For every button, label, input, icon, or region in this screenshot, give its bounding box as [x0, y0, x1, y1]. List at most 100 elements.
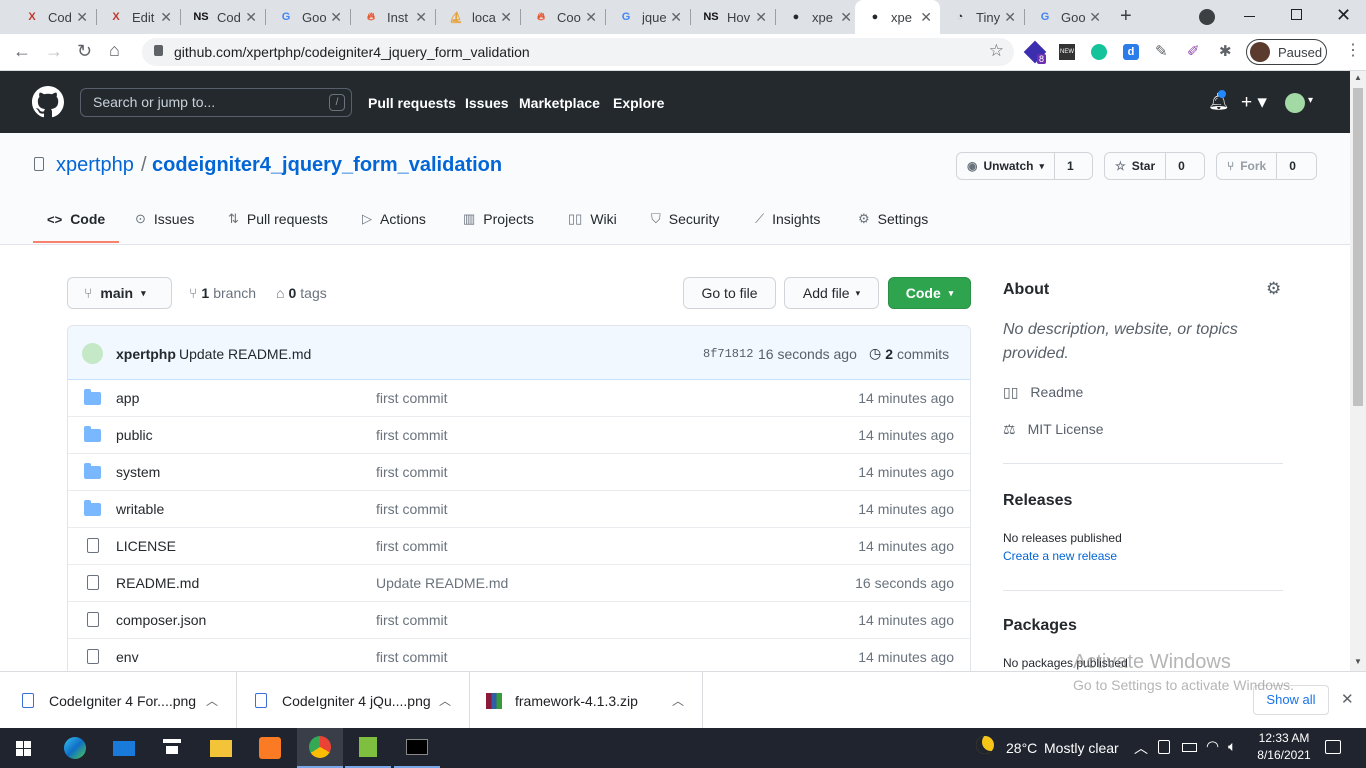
search-input[interactable]: [93, 94, 313, 110]
new-tab-button[interactable]: +: [1120, 5, 1132, 28]
browser-tab[interactable]: G Goo ✕: [1025, 0, 1109, 34]
tab-security[interactable]: ⛉ Security: [651, 211, 719, 227]
go-to-file-button[interactable]: Go to file: [683, 277, 776, 309]
nav-explore[interactable]: Explore: [613, 95, 664, 111]
scroll-down-icon[interactable]: ▼: [1354, 657, 1362, 666]
tags-link[interactable]: ⌂ 0 tags: [276, 285, 327, 301]
commit-hash[interactable]: 8f71812: [703, 347, 753, 361]
browser-tab[interactable]: X Cod ✕: [12, 0, 96, 34]
file-commit-message-link[interactable]: first commit: [376, 390, 448, 406]
tab-close-icon[interactable]: ✕: [1004, 9, 1016, 26]
restore-icon[interactable]: [1291, 9, 1302, 20]
file-name-link[interactable]: public: [116, 427, 153, 443]
chevron-up-icon[interactable]: ︿: [672, 692, 684, 709]
weather-condition[interactable]: Mostly clear: [1044, 740, 1119, 756]
nav-issues[interactable]: Issues: [465, 95, 509, 111]
file-name-link[interactable]: LICENSE: [116, 538, 176, 554]
file-commit-message-link[interactable]: first commit: [376, 612, 448, 628]
close-downloads-icon[interactable]: ✕: [1341, 690, 1354, 708]
nav-pull-requests[interactable]: Pull requests: [368, 95, 456, 111]
download-item[interactable]: CodeIgniter 4 For....png ︿: [0, 672, 237, 729]
user-avatar[interactable]: [1285, 93, 1305, 113]
tab-wiki[interactable]: ▯▯ Wiki: [568, 211, 617, 227]
download-item[interactable]: framework-4.1.3.zip ︿: [470, 672, 703, 729]
reload-icon[interactable]: ↻: [77, 41, 92, 62]
watch-button[interactable]: ◉ Unwatch ▾ 1: [956, 152, 1093, 180]
about-settings-gear-icon[interactable]: ⚙: [1266, 279, 1281, 299]
browser-tab[interactable]: ● xpe ✕: [776, 0, 860, 34]
tab-settings[interactable]: ⚙ Settings: [858, 211, 928, 227]
packages-heading[interactable]: Packages: [1003, 617, 1077, 635]
branches-link[interactable]: ⑂ 1 branch: [189, 285, 256, 301]
tab-projects[interactable]: ▥ Projects: [463, 211, 534, 227]
start-button[interactable]: [0, 728, 46, 768]
tab-close-icon[interactable]: ✕: [76, 9, 88, 26]
tab-close-icon[interactable]: ✕: [840, 9, 852, 26]
battery-icon[interactable]: [1182, 743, 1197, 752]
taskbar-mail[interactable]: [101, 728, 147, 768]
scroll-up-icon[interactable]: ▲: [1354, 73, 1362, 82]
tab-search-icon[interactable]: [1199, 9, 1215, 25]
weather-moon-icon[interactable]: [976, 736, 994, 754]
file-name-link[interactable]: env: [116, 649, 139, 665]
taskbar-edge[interactable]: [52, 728, 98, 768]
tab-insights[interactable]: ⟋ Insights: [755, 211, 820, 227]
github-logo-icon[interactable]: [32, 86, 64, 118]
notifications-icon[interactable]: [1325, 740, 1341, 754]
home-icon[interactable]: ⌂: [109, 40, 120, 61]
star-button[interactable]: ☆ Star 0: [1104, 152, 1205, 180]
tab-code[interactable]: <> Code: [47, 211, 105, 227]
fork-count[interactable]: 0: [1277, 159, 1308, 173]
taskbar-store[interactable]: [149, 728, 195, 768]
volume-icon[interactable]: 🔈︎: [1228, 738, 1236, 755]
puzzle-icon[interactable]: ✱: [1219, 42, 1232, 60]
tab-close-icon[interactable]: ✕: [755, 9, 767, 26]
create-new-icon[interactable]: + ▾: [1241, 91, 1267, 114]
nav-marketplace[interactable]: Marketplace: [519, 95, 600, 111]
scrollbar-thumb[interactable]: [1353, 88, 1363, 406]
profile-button[interactable]: Paused: [1246, 39, 1327, 65]
tab-close-icon[interactable]: ✕: [585, 9, 597, 26]
clock-date[interactable]: 8/16/2021: [1254, 748, 1314, 762]
branch-select-button[interactable]: ⑂ main ▾: [67, 277, 172, 309]
address-bar[interactable]: github.com/xpertphp/codeigniter4_jquery_…: [142, 38, 1014, 66]
file-commit-message-link[interactable]: first commit: [376, 538, 448, 554]
tab-close-icon[interactable]: ✕: [415, 9, 427, 26]
file-name-link[interactable]: README.md: [116, 575, 199, 591]
github-search[interactable]: /: [80, 88, 352, 117]
browser-tab[interactable]: ⛵︎ loca ✕: [436, 0, 520, 34]
file-commit-message-link[interactable]: first commit: [376, 464, 448, 480]
d-extension-icon[interactable]: d: [1123, 44, 1139, 60]
chevron-up-icon[interactable]: ︿: [439, 692, 451, 709]
commit-author[interactable]: xpertphp: [116, 346, 176, 362]
file-row[interactable]: writable first commit 14 minutes ago: [68, 491, 970, 528]
browser-tab[interactable]: NS Hov ✕: [691, 0, 775, 34]
fork-button[interactable]: ⑂ Fork 0: [1216, 152, 1317, 180]
tab-close-icon[interactable]: ✕: [500, 9, 512, 26]
tab-close-icon[interactable]: ✕: [1089, 9, 1101, 26]
commit-message[interactable]: Update README.md: [179, 346, 311, 362]
tab-close-icon[interactable]: ✕: [920, 9, 932, 26]
close-window-icon[interactable]: ✕: [1336, 5, 1351, 26]
news-extension-icon[interactable]: NEW: [1059, 44, 1075, 60]
pen-extension-icon[interactable]: ✐: [1187, 42, 1200, 60]
tab-pull-requests[interactable]: ⇅ Pull requests: [228, 211, 328, 227]
taskbar-chrome[interactable]: [297, 728, 343, 768]
taskbar-terminal[interactable]: [394, 728, 440, 768]
add-file-button[interactable]: Add file ▾: [784, 277, 879, 309]
file-name-link[interactable]: system: [116, 464, 160, 480]
fork-label-wrap[interactable]: ⑂ Fork: [1217, 153, 1278, 179]
file-commit-message-link[interactable]: first commit: [376, 649, 448, 665]
user-menu-caret-icon[interactable]: ▾: [1308, 95, 1313, 106]
file-row[interactable]: composer.json first commit 14 minutes ago: [68, 602, 970, 639]
repo-owner-link[interactable]: xpertphp: [56, 154, 134, 177]
file-commit-message-link[interactable]: first commit: [376, 427, 448, 443]
tab-close-icon[interactable]: ✕: [670, 9, 682, 26]
commits-link[interactable]: ◷ 2 commits: [869, 345, 949, 362]
file-commit-message-link[interactable]: Update README.md: [376, 575, 508, 591]
wifi-icon[interactable]: ◠: [1206, 737, 1219, 755]
license-link[interactable]: ⚖ MIT License: [1003, 421, 1104, 438]
lock-icon[interactable]: [154, 45, 163, 56]
file-commit-message-link[interactable]: first commit: [376, 501, 448, 517]
minimize-icon[interactable]: [1244, 16, 1255, 17]
